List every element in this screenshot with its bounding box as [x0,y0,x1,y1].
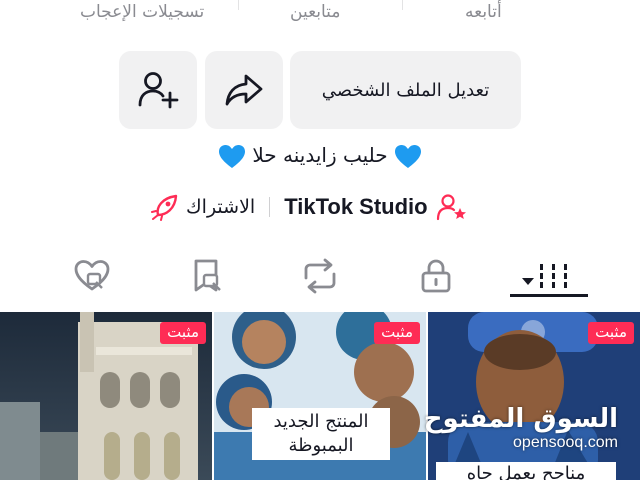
video-thumbnail[interactable]: مثبت مناجح يعمل جاه [428,312,640,480]
bookmark-icon [194,259,221,292]
video-thumbnail[interactable]: مثبت [0,312,212,480]
grid-icon [522,264,567,288]
lock-icon [421,259,451,293]
tab-videos[interactable] [518,252,574,300]
profile-stats: تسجيلات الإعجاب متابعين أتابعه [0,0,640,32]
tab-liked[interactable] [64,252,120,300]
tab-reposts[interactable] [292,252,348,300]
pinned-badge: مثبت [374,322,420,344]
edit-profile-label: تعديل الملف الشخصي [321,79,490,101]
followers-stat-label[interactable]: متابعين [290,2,340,22]
profile-bio: حليب زايدينه حلا [0,143,640,170]
add-friends-button[interactable] [119,51,197,129]
hidden-heart-icon [74,260,110,291]
rocket-icon [151,194,178,221]
tab-favorites[interactable] [178,252,234,300]
divider [402,0,403,10]
following-stat-label[interactable]: أتابعه [465,2,502,22]
divider [269,197,271,217]
opensooq-watermark: السوق المفتوح opensooq.com [424,404,618,452]
add-user-icon [138,72,179,109]
pinned-badge: مثبت [588,322,634,344]
active-tab-indicator [510,294,588,297]
divider [238,0,239,10]
watermark-arabic: السوق المفتوح [423,404,618,434]
video-thumbnail[interactable]: مثبت المنتج الجديد البمبوظة [214,312,426,480]
subscribe-link[interactable]: الاشتراك [150,193,255,221]
tiktok-studio-label: TikTok Studio [284,194,428,219]
bio-text: حليب زايدينه حلا [252,143,388,167]
profile-tabs [0,252,640,312]
share-profile-button[interactable] [205,51,283,129]
subscribe-label: الاشتراك [186,196,256,218]
share-icon [225,74,263,106]
video-caption: المنتج الجديد البمبوظة [252,408,390,460]
creator-icon [436,194,466,221]
tiktok-studio-link[interactable]: TikTok Studio [284,193,467,221]
likes-stat-label[interactable]: تسجيلات الإعجاب [80,2,204,22]
video-grid: مثبت مثبت المنتج الجديد البمبوظة مثبت من… [0,312,640,480]
blue-heart-icon [395,144,421,168]
video-caption: مناجح يعمل جاه [436,462,616,480]
watermark-latin: opensooq.com [513,434,618,451]
repost-icon [304,258,336,294]
tab-private[interactable] [408,252,464,300]
edit-profile-button[interactable]: تعديل الملف الشخصي [290,51,521,129]
blue-heart-icon [219,144,245,168]
pinned-badge: مثبت [160,322,206,344]
profile-links: الاشتراك TikTok Studio [150,190,468,224]
